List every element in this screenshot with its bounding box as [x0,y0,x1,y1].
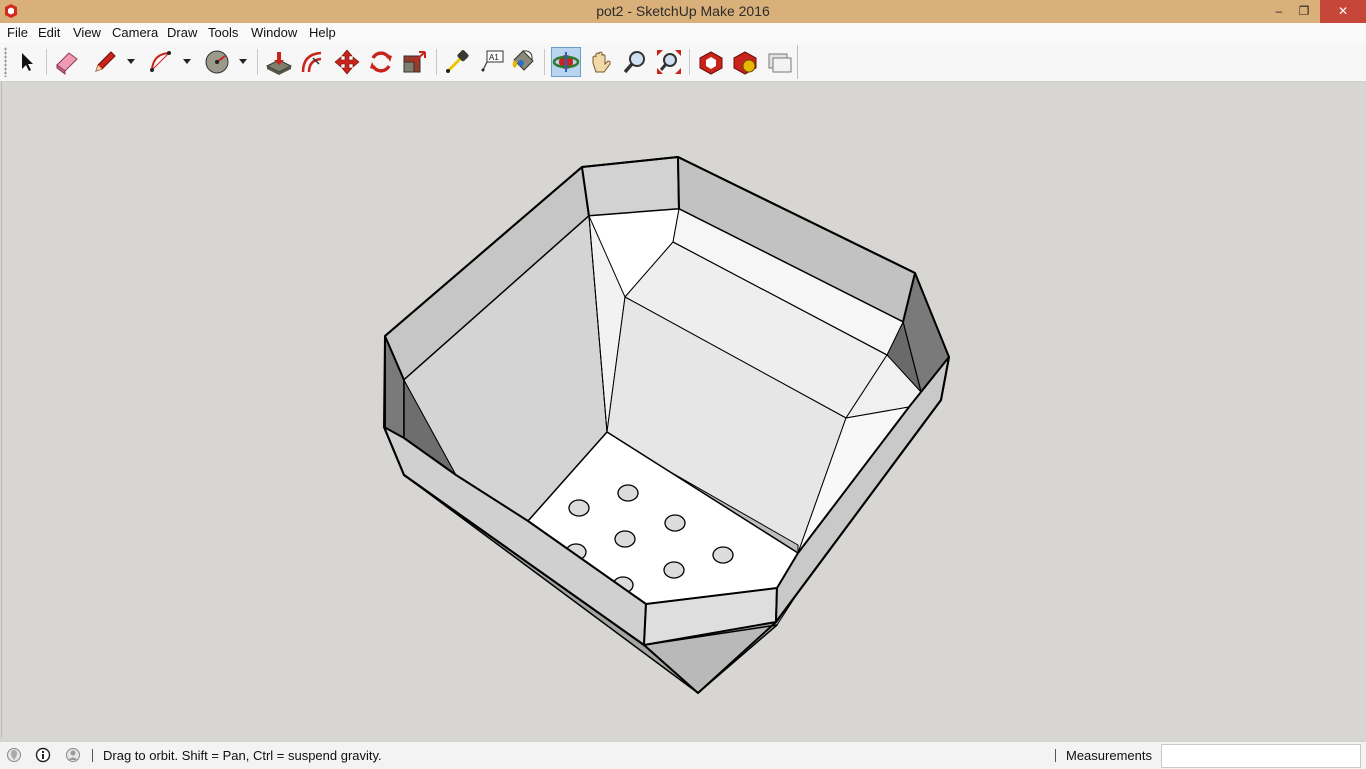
extension-icon [733,51,757,75]
restore-button[interactable]: ❐ [1289,0,1319,23]
eraser-icon [56,52,78,75]
svg-text:A1: A1 [489,53,499,62]
toolbar-end [797,45,798,79]
chevron-down-icon[interactable] [238,56,248,66]
orbit-icon [552,52,580,72]
pot-model[interactable] [2,82,1365,738]
arc-icon [150,51,171,72]
toolbar-grip[interactable] [4,47,7,77]
chevron-down-icon[interactable] [182,56,192,66]
extension-warehouse-button[interactable] [731,48,759,76]
user-account-icon[interactable] [65,747,81,763]
measurements-input[interactable] [1161,744,1361,768]
warehouse-icon [699,51,723,75]
measurements-label: Measurements [1066,748,1152,763]
toolbar-separator [46,49,47,75]
tape-measure-icon [446,50,469,73]
window-title: pot2 - SketchUp Make 2016 [596,3,770,19]
move-tool-button[interactable] [333,48,361,76]
zoom-extents-icon [657,50,681,74]
shapes-tool-button[interactable] [203,48,231,76]
circle-shape-icon [205,50,229,74]
title-bar: pot2 - SketchUp Make 2016 – ❐ ✕ [0,0,1366,23]
status-separator [92,749,93,762]
toolbar-separator [544,49,545,75]
select-tool-button[interactable] [13,48,41,76]
arc-tool-button[interactable] [147,48,175,76]
push-pull-icon [265,52,293,75]
magnifier-icon [623,51,645,74]
menu-bar: File Edit View Camera Draw Tools Window … [0,23,1366,43]
menu-camera[interactable]: Camera [112,25,158,40]
menu-help[interactable]: Help [309,25,336,40]
menu-view[interactable]: View [73,25,101,40]
share-model-button[interactable] [765,48,793,76]
toolbar-separator [257,49,258,75]
pencil-icon [95,51,116,72]
eraser-tool-button[interactable] [53,48,81,76]
line-tool-button[interactable] [91,48,119,76]
status-hint-text: Drag to orbit. Shift = Pan, Ctrl = suspe… [103,748,382,763]
text-label-icon: A1 [481,50,504,72]
tape-measure-tool-button[interactable] [443,48,471,76]
share-icon [768,53,792,73]
pan-tool-button[interactable] [587,48,615,76]
menu-window[interactable]: Window [251,25,297,40]
rotate-icon [370,51,392,73]
menu-edit[interactable]: Edit [38,25,60,40]
toolbar-separator [436,49,437,75]
zoom-extents-tool-button[interactable] [655,48,683,76]
geolocation-icon[interactable] [6,747,22,763]
push-pull-tool-button[interactable] [265,48,293,76]
drawing-viewport[interactable] [1,82,1365,738]
offset-tool-button[interactable] [299,48,327,76]
chevron-down-icon[interactable] [126,56,136,66]
3d-warehouse-button[interactable] [697,48,725,76]
menu-tools[interactable]: Tools [208,25,238,40]
offset-icon [301,51,322,73]
status-separator [1055,749,1056,762]
credits-info-icon[interactable] [35,747,51,763]
close-button[interactable]: ✕ [1320,0,1366,23]
toolbar-separator [689,49,690,75]
move-arrows-icon [334,49,360,75]
scale-icon [403,51,426,73]
text-tool-button[interactable]: A1 [478,48,506,76]
zoom-tool-button[interactable] [621,48,649,76]
menu-file[interactable]: File [7,25,28,40]
arrow-cursor-icon [22,53,33,71]
orbit-tool-button[interactable] [551,47,581,77]
rotate-tool-button[interactable] [367,48,395,76]
hand-icon [592,51,611,73]
paint-bucket-tool-button[interactable] [509,48,537,76]
toolbar: A1 [0,43,1366,82]
menu-draw[interactable]: Draw [167,25,197,40]
scale-tool-button[interactable] [401,48,429,76]
paint-bucket-icon [512,50,534,71]
status-bar: Drag to orbit. Shift = Pan, Ctrl = suspe… [0,741,1366,769]
